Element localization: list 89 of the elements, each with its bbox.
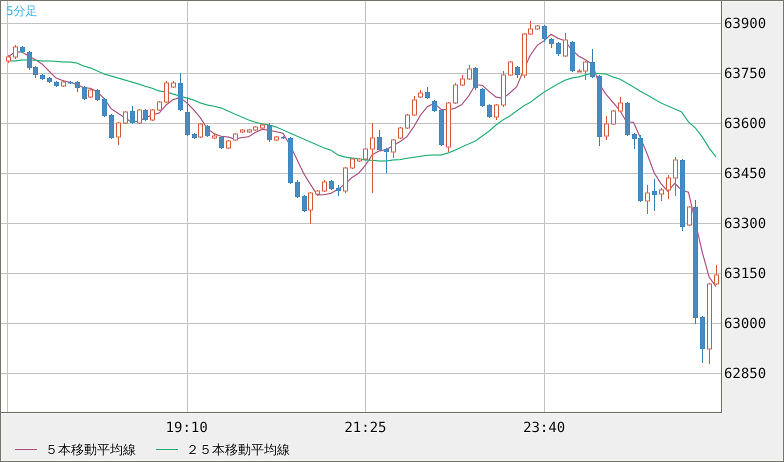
axis-label: 63150 <box>724 266 766 282</box>
axis-label: 63300 <box>724 216 766 232</box>
candlestick <box>288 136 293 184</box>
axis-label: 63900 <box>724 16 766 32</box>
candlestick <box>542 24 547 42</box>
candlestick <box>54 80 59 88</box>
candlestick <box>432 100 437 112</box>
chart-title: 5分足 <box>6 4 38 18</box>
legend-label: ５本移動平均線 <box>45 443 136 458</box>
candlestick <box>652 178 657 212</box>
candlestick <box>47 76 52 84</box>
axis-label: 63000 <box>724 316 766 332</box>
candlestick <box>370 122 375 194</box>
candlestick <box>322 180 327 192</box>
candlestick <box>68 80 73 84</box>
candlestick <box>508 60 513 76</box>
candlestick <box>446 102 451 152</box>
candlestick <box>260 124 265 130</box>
candlestick <box>95 88 100 102</box>
candlestick <box>625 102 630 136</box>
candlestick <box>453 82 458 104</box>
candlestick <box>604 116 609 140</box>
candlestick <box>109 114 114 140</box>
candlestick <box>315 190 320 196</box>
axis-label: 63450 <box>724 166 766 182</box>
axis-label: 63600 <box>724 116 766 132</box>
candlestick <box>645 184 650 214</box>
candlestick <box>164 80 169 104</box>
candlestick <box>700 316 705 364</box>
candlestick <box>281 136 286 140</box>
candlestick <box>398 126 403 140</box>
candlestick <box>226 140 231 150</box>
candlestick <box>659 188 664 202</box>
candlestick <box>295 180 300 198</box>
candlestick <box>563 32 568 58</box>
candlestick <box>178 72 183 112</box>
candlestick <box>460 74 465 86</box>
candlestick <box>501 70 506 108</box>
candlestick <box>240 128 245 134</box>
candlestick <box>384 148 389 174</box>
candlestick <box>556 42 561 56</box>
candlestick <box>75 80 80 92</box>
candlestick <box>185 96 190 136</box>
candlestick <box>597 74 602 146</box>
candlestick <box>40 74 45 80</box>
candlestick <box>425 86 430 100</box>
candlestick <box>673 156 678 196</box>
legend-label: ２５本移動平均線 <box>186 443 290 458</box>
candlestick <box>20 46 25 54</box>
candlestick <box>405 114 410 130</box>
candlestick <box>150 108 155 122</box>
axis-label: 21:25 <box>344 420 387 436</box>
axis-label: 62850 <box>724 366 766 382</box>
axis-label: 19:10 <box>166 420 208 436</box>
candlestick <box>494 104 499 120</box>
candlestick <box>377 130 382 152</box>
candlestick <box>267 122 272 142</box>
candlestick <box>515 66 520 78</box>
candlestick <box>611 110 616 126</box>
candlestick <box>116 122 121 146</box>
candlestick <box>391 138 396 158</box>
candlestick <box>157 100 162 112</box>
candlestick <box>61 80 66 88</box>
candlestick <box>666 174 671 200</box>
candlestick <box>274 136 279 142</box>
candlestick <box>212 134 217 140</box>
candlestick <box>343 166 348 194</box>
candlestick <box>570 40 575 72</box>
candlestick <box>590 48 595 78</box>
candlestick <box>535 24 540 30</box>
candlestick <box>336 184 341 196</box>
candlestick <box>102 98 107 118</box>
candlestick <box>233 132 238 142</box>
candlestick <box>350 158 355 170</box>
candlestick <box>439 108 444 146</box>
candlestick <box>6 54 11 64</box>
candlestick <box>480 88 485 108</box>
axis-label: 23:40 <box>523 420 566 436</box>
candlestick <box>487 104 492 118</box>
candlestick <box>13 44 18 60</box>
candlestick <box>549 38 554 48</box>
axis-label: 63750 <box>724 66 766 82</box>
candlestick <box>219 136 224 150</box>
candlestick <box>123 110 128 124</box>
candlestick <box>618 96 623 112</box>
candlestick <box>205 124 210 138</box>
candlestick <box>171 80 176 88</box>
candlestick <box>130 106 135 124</box>
candlestick <box>329 180 334 190</box>
